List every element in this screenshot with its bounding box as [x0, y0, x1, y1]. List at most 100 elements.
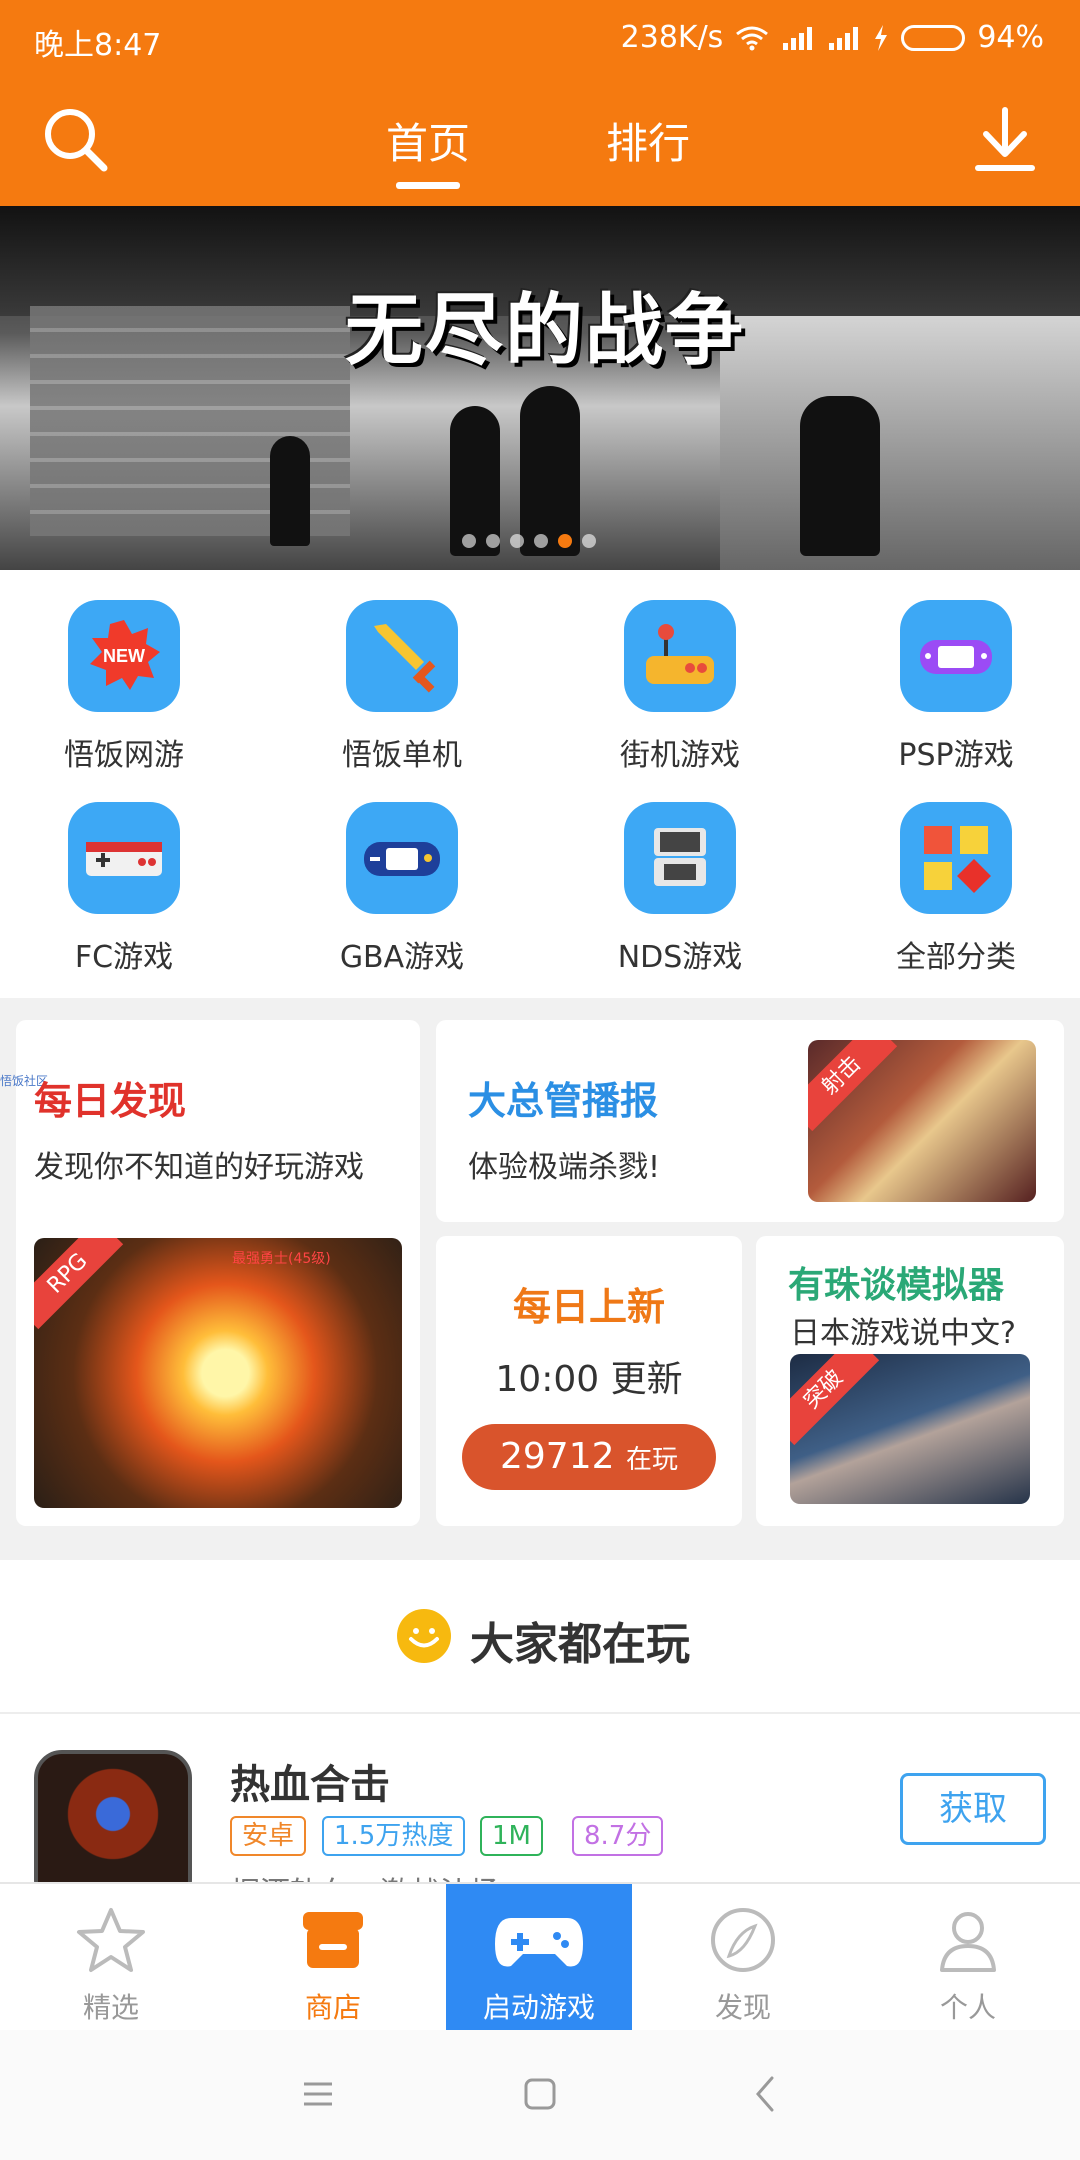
nav-label: 发现 — [714, 1991, 771, 2024]
tab-ranking[interactable]: 排行 — [606, 110, 690, 171]
tag-size: 1M — [480, 1816, 543, 1856]
system-nav-bar — [0, 2030, 1080, 2160]
breakthrough-badge: 突破 — [790, 1354, 880, 1446]
battery-percent: 94% — [977, 20, 1044, 55]
playing-count: 29712 — [500, 1436, 615, 1477]
category-psp[interactable]: PSP游戏 — [856, 600, 1056, 774]
in-game-label: 最强勇士(45级) — [232, 1251, 331, 1267]
new-badge-icon: NEW — [68, 600, 180, 712]
back-icon[interactable] — [750, 2074, 780, 2114]
playing-count-button[interactable]: 29712 在玩 — [462, 1424, 716, 1490]
emulator-talk-card[interactable]: 有珠谈模拟器 日本游戏说中文? 突破 — [756, 1236, 1064, 1526]
download-icon[interactable] — [970, 104, 1040, 174]
tab-active-indicator — [396, 182, 460, 189]
nav-store[interactable]: 商店 — [222, 1884, 444, 2030]
banner-pagination — [462, 534, 596, 548]
nds-console-icon — [624, 802, 736, 914]
status-right: 238K/s 94% — [621, 20, 1044, 55]
charging-icon — [875, 24, 888, 51]
svg-text:NEW: NEW — [103, 646, 145, 666]
category-wufan-single[interactable]: 悟饭单机 — [302, 600, 502, 774]
nav-featured[interactable]: 精选 — [0, 1884, 222, 2030]
pagination-dot[interactable] — [462, 534, 476, 548]
store-icon — [303, 1912, 363, 1968]
person-icon — [940, 1912, 996, 1972]
compass-icon — [711, 1908, 775, 1972]
nav-label: 个人 — [939, 1991, 996, 2024]
rpg-badge: RPG — [34, 1238, 124, 1330]
daily-discovery-subtitle: 发现你不知道的好玩游戏 — [34, 1150, 364, 1185]
star-icon — [77, 1908, 145, 1972]
soldier-figure — [800, 396, 880, 556]
category-arcade[interactable]: 街机游戏 — [580, 600, 780, 774]
all-categories-icon — [900, 802, 1012, 914]
daily-new-title: 每日上新 — [512, 1285, 665, 1329]
pagination-dot[interactable] — [510, 534, 524, 548]
gba-console-icon — [346, 802, 458, 914]
psp-console-icon — [900, 600, 1012, 712]
hero-banner[interactable]: 无尽的战争 — [0, 206, 1080, 570]
category-gba[interactable]: GBA游戏 — [302, 802, 502, 976]
signal-icon — [783, 26, 813, 50]
bottom-nav: 精选 商店 启动游戏 发现 个人 — [0, 1882, 1080, 2030]
broadcast-subtitle: 体验极端杀戮! — [468, 1150, 661, 1185]
nav-launch-game[interactable]: 启动游戏 — [446, 1884, 632, 2030]
section-title: 大家都在玩 — [470, 1619, 690, 1670]
soldier-figure — [270, 436, 310, 546]
category-label: 街机游戏 — [620, 738, 740, 773]
soldier-figure — [520, 386, 580, 556]
category-nds[interactable]: NDS游戏 — [580, 802, 780, 976]
category-label: NDS游戏 — [617, 940, 743, 975]
category-grid: NEW 悟饭网游 悟饭单机 街机游戏 PSP游戏 FC游戏 GBA游戏 NDS游… — [0, 570, 1080, 998]
category-wufan-online[interactable]: NEW 悟饭网游 — [24, 600, 224, 774]
category-label: 悟饭网游 — [64, 738, 184, 773]
status-bar: 晚上8:47 238K/s 94% — [0, 12, 1080, 64]
battery-icon — [901, 24, 966, 51]
status-time: 晚上8:47 — [34, 28, 162, 63]
rpg-game-image: RPG 最强勇士(45级) — [34, 1238, 402, 1508]
pagination-dot[interactable] — [486, 534, 500, 548]
category-label: 悟饭单机 — [342, 738, 462, 773]
search-icon[interactable] — [40, 104, 110, 174]
menu-icon[interactable] — [300, 2076, 336, 2112]
emulator-talk-title: 有珠谈模拟器 — [788, 1265, 1005, 1306]
daily-discovery-title: 每日发现 — [34, 1079, 187, 1123]
arcade-joystick-icon — [624, 600, 736, 712]
signal-icon-2 — [829, 26, 859, 50]
broadcast-title: 大总管播报 — [468, 1079, 659, 1123]
banner-title: 无尽的战争 — [345, 285, 746, 376]
tab-home[interactable]: 首页 — [386, 110, 470, 171]
category-fc[interactable]: FC游戏 — [24, 802, 224, 976]
daily-discovery-card[interactable]: 悟饭社区 每日发现 发现你不知道的好玩游戏 RPG 最强勇士(45级) — [0, 1020, 420, 1526]
gamepad-icon — [495, 1918, 583, 1967]
home-icon[interactable] — [522, 2076, 558, 2112]
tag-score: 8.7分 — [572, 1816, 664, 1856]
app-header: 晚上8:47 238K/s 94% 首页 排行 — [0, 0, 1080, 206]
pagination-dot-active[interactable] — [558, 534, 572, 548]
nav-label: 启动游戏 — [482, 1991, 595, 2024]
section-divider — [0, 1712, 1080, 1714]
fc-controller-icon — [68, 802, 180, 914]
app-name[interactable]: 热血合击 — [230, 1752, 390, 1810]
nav-discover[interactable]: 发现 — [632, 1884, 854, 2030]
category-label: 全部分类 — [896, 940, 1016, 975]
nav-label: 精选 — [82, 1991, 139, 2024]
banner-room — [720, 316, 1080, 570]
nav-label: 商店 — [304, 1991, 361, 2024]
pagination-dot[interactable] — [582, 534, 596, 548]
emulator-talk-subtitle: 日本游戏说中文? — [790, 1316, 1016, 1351]
smiley-icon — [397, 1609, 451, 1663]
update-time: 10:00 更新 — [495, 1359, 683, 1400]
sword-icon — [346, 600, 458, 712]
manager-broadcast-card[interactable]: 大总管播报 体验极端杀戮! 射击 — [436, 1020, 1064, 1222]
tag-popularity: 1.5万热度 — [322, 1816, 466, 1856]
category-all[interactable]: 全部分类 — [856, 802, 1056, 976]
nav-profile[interactable]: 个人 — [856, 1884, 1080, 2030]
resident-evil-image: 突破 — [790, 1354, 1030, 1504]
shooter-game-image: 射击 — [808, 1040, 1036, 1202]
net-speed: 238K/s — [620, 20, 724, 55]
tag-platform: 安卓 — [230, 1816, 307, 1856]
wifi-icon — [736, 26, 769, 50]
get-button[interactable]: 获取 — [900, 1773, 1046, 1845]
pagination-dot[interactable] — [534, 534, 548, 548]
